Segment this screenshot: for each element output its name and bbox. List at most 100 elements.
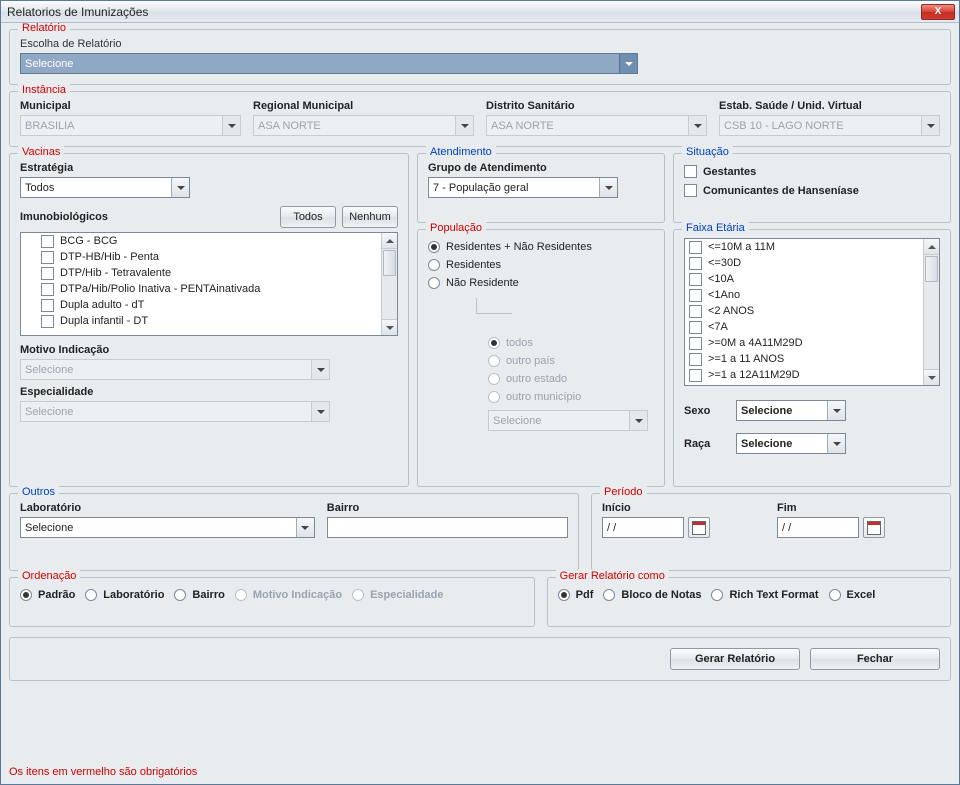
chevron-down-icon [629,411,647,430]
radio-icon [488,355,500,367]
estab-select: CSB 10 - LAGO NORTE [719,115,940,136]
fieldset-periodo: Período Início Fim [591,493,951,571]
list-item[interactable]: >=0M a 4A11M29D [685,335,923,351]
scroll-up-icon[interactable] [382,233,397,249]
radio-sub-municipio: outro município [488,388,654,406]
scrollbar[interactable] [381,233,397,335]
radio-residentes[interactable]: Residentes [428,256,654,274]
checkbox-icon[interactable] [689,353,702,366]
checkbox-icon[interactable] [41,235,54,248]
radio-sub-todos: todos [488,334,654,352]
scrollbar[interactable] [923,239,939,385]
checkbox-icon[interactable] [41,315,54,328]
checkbox-icon[interactable] [684,184,697,197]
radio-laboratorio[interactable]: Laboratório [85,586,164,604]
list-item[interactable]: <7A [685,319,923,335]
list-item[interactable]: <=10M a 11M [685,239,923,255]
scroll-up-icon[interactable] [924,239,939,255]
list-item[interactable]: Dupla infantil - DT [21,313,381,329]
radio-icon[interactable] [20,589,32,601]
escolha-select[interactable]: Selecione [20,53,638,74]
calendar-button[interactable] [863,517,885,538]
inicio-label: Início [602,502,765,514]
radio-bairro[interactable]: Bairro [174,586,224,604]
laboratorio-value: Selecione [25,522,73,534]
fieldset-situacao: Situação Gestantes Comunicantes de Hanse… [673,153,951,223]
radio-icon[interactable] [829,589,841,601]
scroll-down-icon[interactable] [382,319,397,335]
radio-icon[interactable] [558,589,570,601]
checkbox-icon[interactable] [689,273,702,286]
legend-atendimento: Atendimento [426,146,496,158]
list-item[interactable]: DTP-HB/Hib - Penta [21,249,381,265]
chk-gestantes[interactable]: Gestantes [684,162,940,181]
list-item[interactable]: >=1 a 11 ANOS [685,351,923,367]
checkbox-icon[interactable] [41,267,54,280]
checkbox-icon[interactable] [41,283,54,296]
list-item[interactable]: DTPa/Hib/Polio Inativa - PENTAinativada [21,281,381,297]
bairro-input[interactable] [327,517,568,538]
checkbox-icon[interactable] [689,337,702,350]
imuno-listbox[interactable]: BCG - BCG DTP-HB/Hib - Penta DTP/Hib - T… [20,232,398,336]
close-button[interactable]: X [921,4,955,20]
especialidade-label: Especialidade [20,386,398,398]
fechar-button[interactable]: Fechar [810,648,940,670]
radio-residentes-nao[interactable]: Residentes + Não Residentes [428,238,654,256]
checkbox-icon[interactable] [689,241,702,254]
content: Relatório Escolha de Relatório Selecione… [1,23,959,762]
checkbox-icon[interactable] [684,165,697,178]
btn-todos[interactable]: Todos [280,206,336,228]
raca-select[interactable]: Selecione [736,433,846,454]
radio-icon [488,373,500,385]
radio-excel[interactable]: Excel [829,586,876,604]
list-item[interactable]: <2 ANOS [685,303,923,319]
radio-icon[interactable] [174,589,186,601]
list-item[interactable]: >=1 a 12A11M29D [685,367,923,383]
inicio-input[interactable] [602,517,684,538]
radio-pdf[interactable]: Pdf [558,586,594,604]
radio-icon[interactable] [85,589,97,601]
radio-padrao[interactable]: Padrão [20,586,75,604]
chk-comunicantes[interactable]: Comunicantes de Hanseníase [684,181,940,200]
radio-nao-residente[interactable]: Não Residente [428,274,654,292]
btn-nenhum[interactable]: Nenhum [342,206,398,228]
gerar-button[interactable]: Gerar Relatório [670,648,800,670]
scroll-thumb[interactable] [925,256,938,282]
list-item[interactable]: <1Ano [685,287,923,303]
checkbox-icon[interactable] [689,289,702,302]
imuno-items: BCG - BCG DTP-HB/Hib - Penta DTP/Hib - T… [21,233,397,329]
radio-bloco[interactable]: Bloco de Notas [603,586,701,604]
checkbox-icon[interactable] [689,321,702,334]
list-item[interactable]: <10A [685,271,923,287]
grupo-select[interactable]: 7 - População geral [428,177,618,198]
laboratorio-select[interactable]: Selecione [20,517,315,538]
fim-input[interactable] [777,517,859,538]
radio-icon[interactable] [603,589,615,601]
estrategia-select[interactable]: Todos [20,177,190,198]
radio-icon[interactable] [428,241,440,253]
fieldset-relatorio: Relatório Escolha de Relatório Selecione [9,29,951,85]
sexo-label: Sexo [684,405,724,417]
radio-icon[interactable] [428,277,440,289]
list-item[interactable]: BCG - BCG [21,233,381,249]
checkbox-icon[interactable] [41,299,54,312]
scroll-thumb[interactable] [383,250,396,276]
list-item[interactable]: <=30D [685,255,923,271]
checkbox-icon[interactable] [689,305,702,318]
scroll-down-icon[interactable] [924,369,939,385]
radio-icon[interactable] [428,259,440,271]
radio-rtf[interactable]: Rich Text Format [711,586,818,604]
calendar-button[interactable] [688,517,710,538]
list-item[interactable]: DTP/Hib - Tetravalente [21,265,381,281]
sub-municipio-select: Selecione [488,410,648,431]
raca-label: Raça [684,438,724,450]
checkbox-icon[interactable] [689,369,702,382]
checkbox-icon[interactable] [689,257,702,270]
checkbox-icon[interactable] [41,251,54,264]
especialidade-value: Selecione [25,406,73,418]
regional-label: Regional Municipal [253,100,474,112]
faixa-listbox[interactable]: <=10M a 11M <=30D <10A <1Ano <2 ANOS <7A… [684,238,940,386]
list-item[interactable]: Dupla adulto - dT [21,297,381,313]
sexo-select[interactable]: Selecione [736,400,846,421]
radio-icon[interactable] [711,589,723,601]
